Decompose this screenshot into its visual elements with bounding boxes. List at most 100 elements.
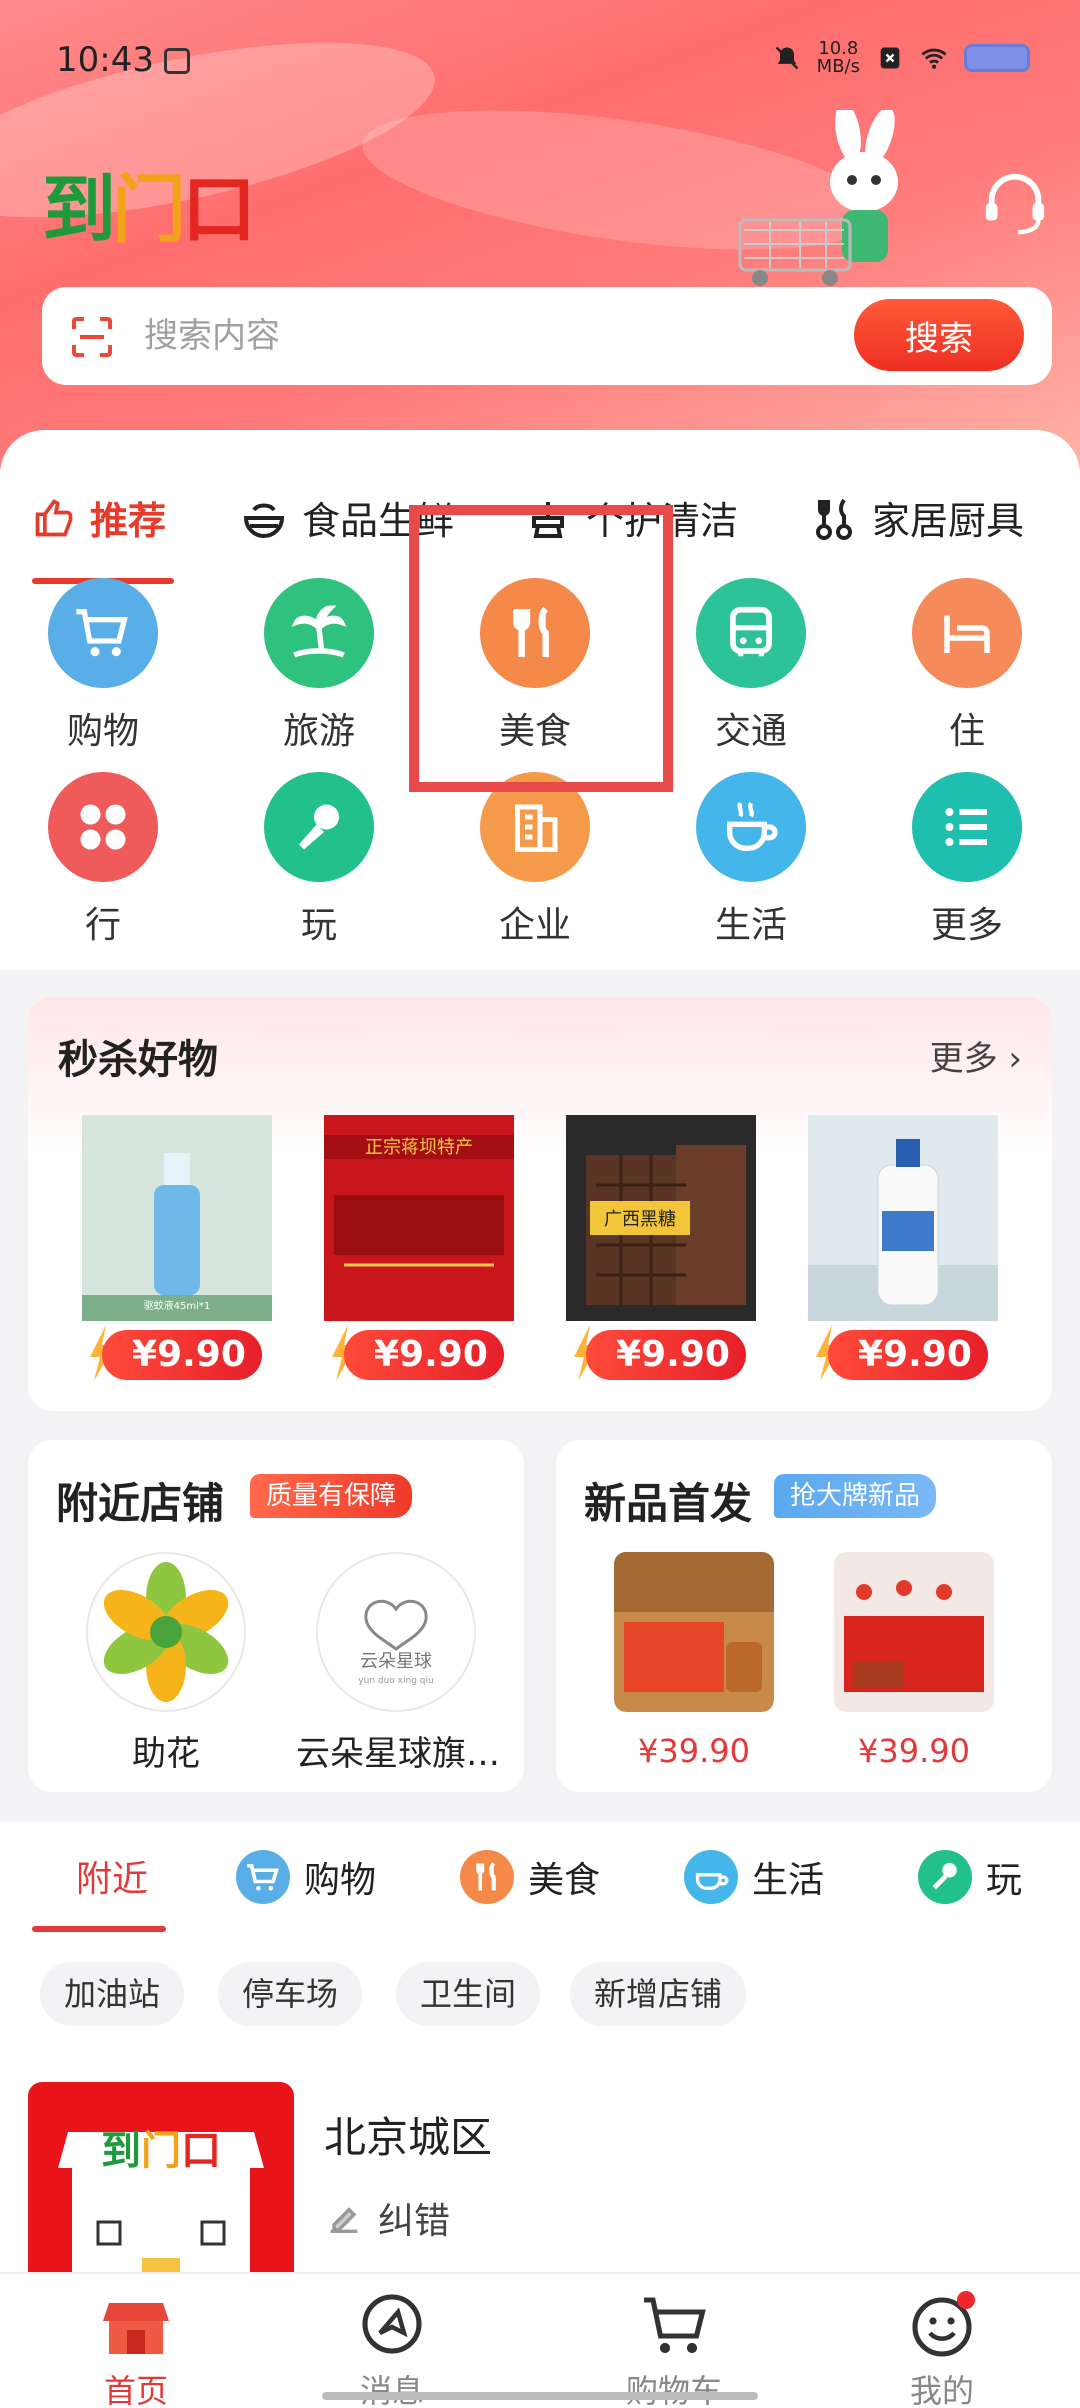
nearby-tab-play[interactable]: 玩 bbox=[918, 1850, 1022, 1904]
status-time: 10:43 bbox=[56, 40, 154, 80]
home-indicator bbox=[322, 2392, 758, 2400]
product-image bbox=[808, 1115, 998, 1321]
svg-text:云朵星球: 云朵星球 bbox=[360, 1651, 432, 1672]
nav-messages[interactable]: 消息 bbox=[302, 2288, 482, 2408]
grid-label: 住 bbox=[948, 711, 985, 752]
chip-gas-station[interactable]: 加油站 bbox=[40, 1962, 185, 2026]
grid-label: 生活 bbox=[714, 905, 787, 946]
grid-label: 购物 bbox=[66, 711, 139, 752]
search-input[interactable] bbox=[144, 309, 844, 363]
mute-icon bbox=[775, 46, 798, 70]
product-price: ¥39.90 bbox=[638, 1732, 750, 1770]
price-tag: ¥9.90 bbox=[102, 1330, 262, 1380]
fork-knife-icon bbox=[460, 1850, 514, 1904]
grid-item-shopping[interactable]: 购物 bbox=[23, 578, 183, 754]
price-tag: ¥9.90 bbox=[586, 1330, 746, 1380]
cart-icon bbox=[236, 1850, 290, 1904]
grid-item-travel[interactable]: 旅游 bbox=[239, 578, 399, 754]
smile-icon bbox=[912, 2291, 975, 2357]
nearby-tab-life[interactable]: 生活 bbox=[684, 1850, 824, 1904]
grid-item-transport[interactable]: 交通 bbox=[671, 578, 831, 754]
bottom-navigation: 首页 消息 购物车 我的 bbox=[0, 2272, 1080, 2408]
store-icon bbox=[103, 2303, 169, 2354]
highlight-annotation bbox=[409, 505, 673, 792]
grid-item-go[interactable]: 行 bbox=[23, 772, 183, 948]
status-icons: 10.8 MB/s bbox=[773, 40, 1030, 76]
flash-item[interactable]: 广西黑糖 ¥9.90 bbox=[566, 1115, 756, 1381]
flash-item[interactable]: ¥9.90 bbox=[808, 1115, 998, 1381]
battery-icon bbox=[964, 44, 1030, 72]
search-bar[interactable]: 搜索 bbox=[42, 287, 1052, 385]
new-products-title: 新品首发 bbox=[584, 1479, 753, 1528]
app-logo: 到门口 bbox=[42, 167, 256, 253]
nav-cart[interactable]: 购物车 bbox=[584, 2288, 764, 2408]
nav-profile[interactable]: 我的 bbox=[852, 2288, 1032, 2408]
nearby-tab-shopping[interactable]: 购物 bbox=[236, 1850, 376, 1904]
flash-item[interactable]: 正宗蒋坝特产 ¥9.90 bbox=[324, 1115, 514, 1381]
grid-label: 旅游 bbox=[282, 711, 355, 752]
grid-item-life[interactable]: 生活 bbox=[671, 772, 831, 948]
cart-icon bbox=[644, 2297, 706, 2354]
coffee-cup-icon bbox=[684, 1850, 738, 1904]
shop-name: 云朵星球旗… bbox=[296, 1734, 500, 1774]
grid-item-play[interactable]: 玩 bbox=[239, 772, 399, 948]
new-product-item[interactable]: ¥39.90 bbox=[614, 1552, 774, 1770]
chip-new-stores[interactable]: 新增店铺 bbox=[570, 1962, 747, 2026]
flash-sale-title: 秒杀好物 bbox=[58, 1037, 218, 1083]
customer-service-icon[interactable] bbox=[980, 168, 1050, 238]
palm-tree-icon bbox=[264, 578, 374, 688]
grid-item-more[interactable]: 更多 bbox=[887, 772, 1047, 948]
grid-label: 玩 bbox=[300, 905, 337, 946]
bus-icon bbox=[696, 578, 806, 688]
svg-text:到门口: 到门口 bbox=[101, 2127, 221, 2174]
chip-restroom[interactable]: 卫生间 bbox=[396, 1962, 541, 2026]
coffee-cup-icon bbox=[696, 772, 806, 882]
svg-text:正宗蒋坝特产: 正宗蒋坝特产 bbox=[365, 1137, 473, 1158]
product-image: 驱蚊液45ml*1 bbox=[82, 1115, 272, 1321]
grid-item-enterprise[interactable]: 企业 bbox=[455, 772, 615, 948]
product-image bbox=[834, 1552, 994, 1712]
message-icon bbox=[362, 2294, 422, 2354]
price-tag: ¥9.90 bbox=[344, 1330, 504, 1380]
nearby-tab-food[interactable]: 美食 bbox=[460, 1850, 600, 1904]
microphone-icon bbox=[264, 772, 374, 882]
product-image: 正宗蒋坝特产 bbox=[324, 1115, 514, 1321]
shop-logo bbox=[86, 1552, 246, 1712]
new-product-item[interactable]: ¥39.90 bbox=[834, 1552, 994, 1770]
kitchen-icon bbox=[816, 498, 852, 540]
network-speed: 10.8 MB/s bbox=[816, 38, 860, 77]
flash-sale-section: 秒杀好物 更多 › 驱蚊液45ml*1 ¥9.90 正宗蒋坝特产 ¥9.90 广… bbox=[28, 997, 1052, 1411]
grid-label: 更多 bbox=[930, 905, 1003, 946]
cloud-heart-logo-icon: 云朵星球 yun duo xing qiu bbox=[358, 1599, 434, 1686]
new-brand-badge: 抢大牌新品 bbox=[774, 1474, 937, 1518]
search-button[interactable]: 搜索 bbox=[854, 299, 1024, 371]
shop-name: 助花 bbox=[132, 1734, 200, 1774]
nearby-shops-title: 附近店铺 bbox=[56, 1479, 225, 1528]
flash-sale-more-link[interactable]: 更多 › bbox=[930, 1031, 1022, 1080]
clover-icon bbox=[48, 772, 158, 882]
bowl-icon bbox=[243, 503, 285, 538]
list-icon bbox=[912, 772, 1022, 882]
tab-recommend[interactable]: 推荐 bbox=[32, 490, 166, 545]
shop-item[interactable]: 云朵星球 yun duo xing qiu 云朵星球旗… bbox=[296, 1552, 500, 1775]
bed-icon bbox=[912, 578, 1022, 688]
tab-home-kitchen[interactable]: 家居厨具 bbox=[810, 490, 1024, 545]
grid-item-stay[interactable]: 住 bbox=[887, 578, 1047, 754]
scan-icon[interactable] bbox=[70, 315, 114, 359]
status-bar: 10:43 10.8 MB/s bbox=[0, 0, 1080, 120]
nearby-tab-nearby[interactable]: 附近 bbox=[76, 1850, 148, 1902]
shop-logo: 云朵星球 yun duo xing qiu bbox=[316, 1552, 476, 1712]
pencil-icon bbox=[330, 2207, 358, 2233]
nav-home[interactable]: 首页 bbox=[46, 2288, 226, 2408]
tab-label: 家居厨具 bbox=[872, 499, 1025, 543]
cart-icon bbox=[48, 578, 158, 688]
correct-error-link[interactable]: 纠错 bbox=[324, 2192, 450, 2244]
chip-parking[interactable]: 停车场 bbox=[218, 1962, 363, 2026]
store-name[interactable]: 北京城区 bbox=[324, 2104, 492, 2165]
grid-label: 企业 bbox=[498, 905, 571, 946]
shop-item[interactable]: 助花 bbox=[76, 1552, 256, 1775]
quality-badge: 质量有保障 bbox=[250, 1474, 413, 1518]
sim-off-icon bbox=[880, 47, 900, 69]
flash-item[interactable]: 驱蚊液45ml*1 ¥9.90 bbox=[82, 1115, 272, 1381]
thumbs-up-icon bbox=[35, 498, 73, 536]
